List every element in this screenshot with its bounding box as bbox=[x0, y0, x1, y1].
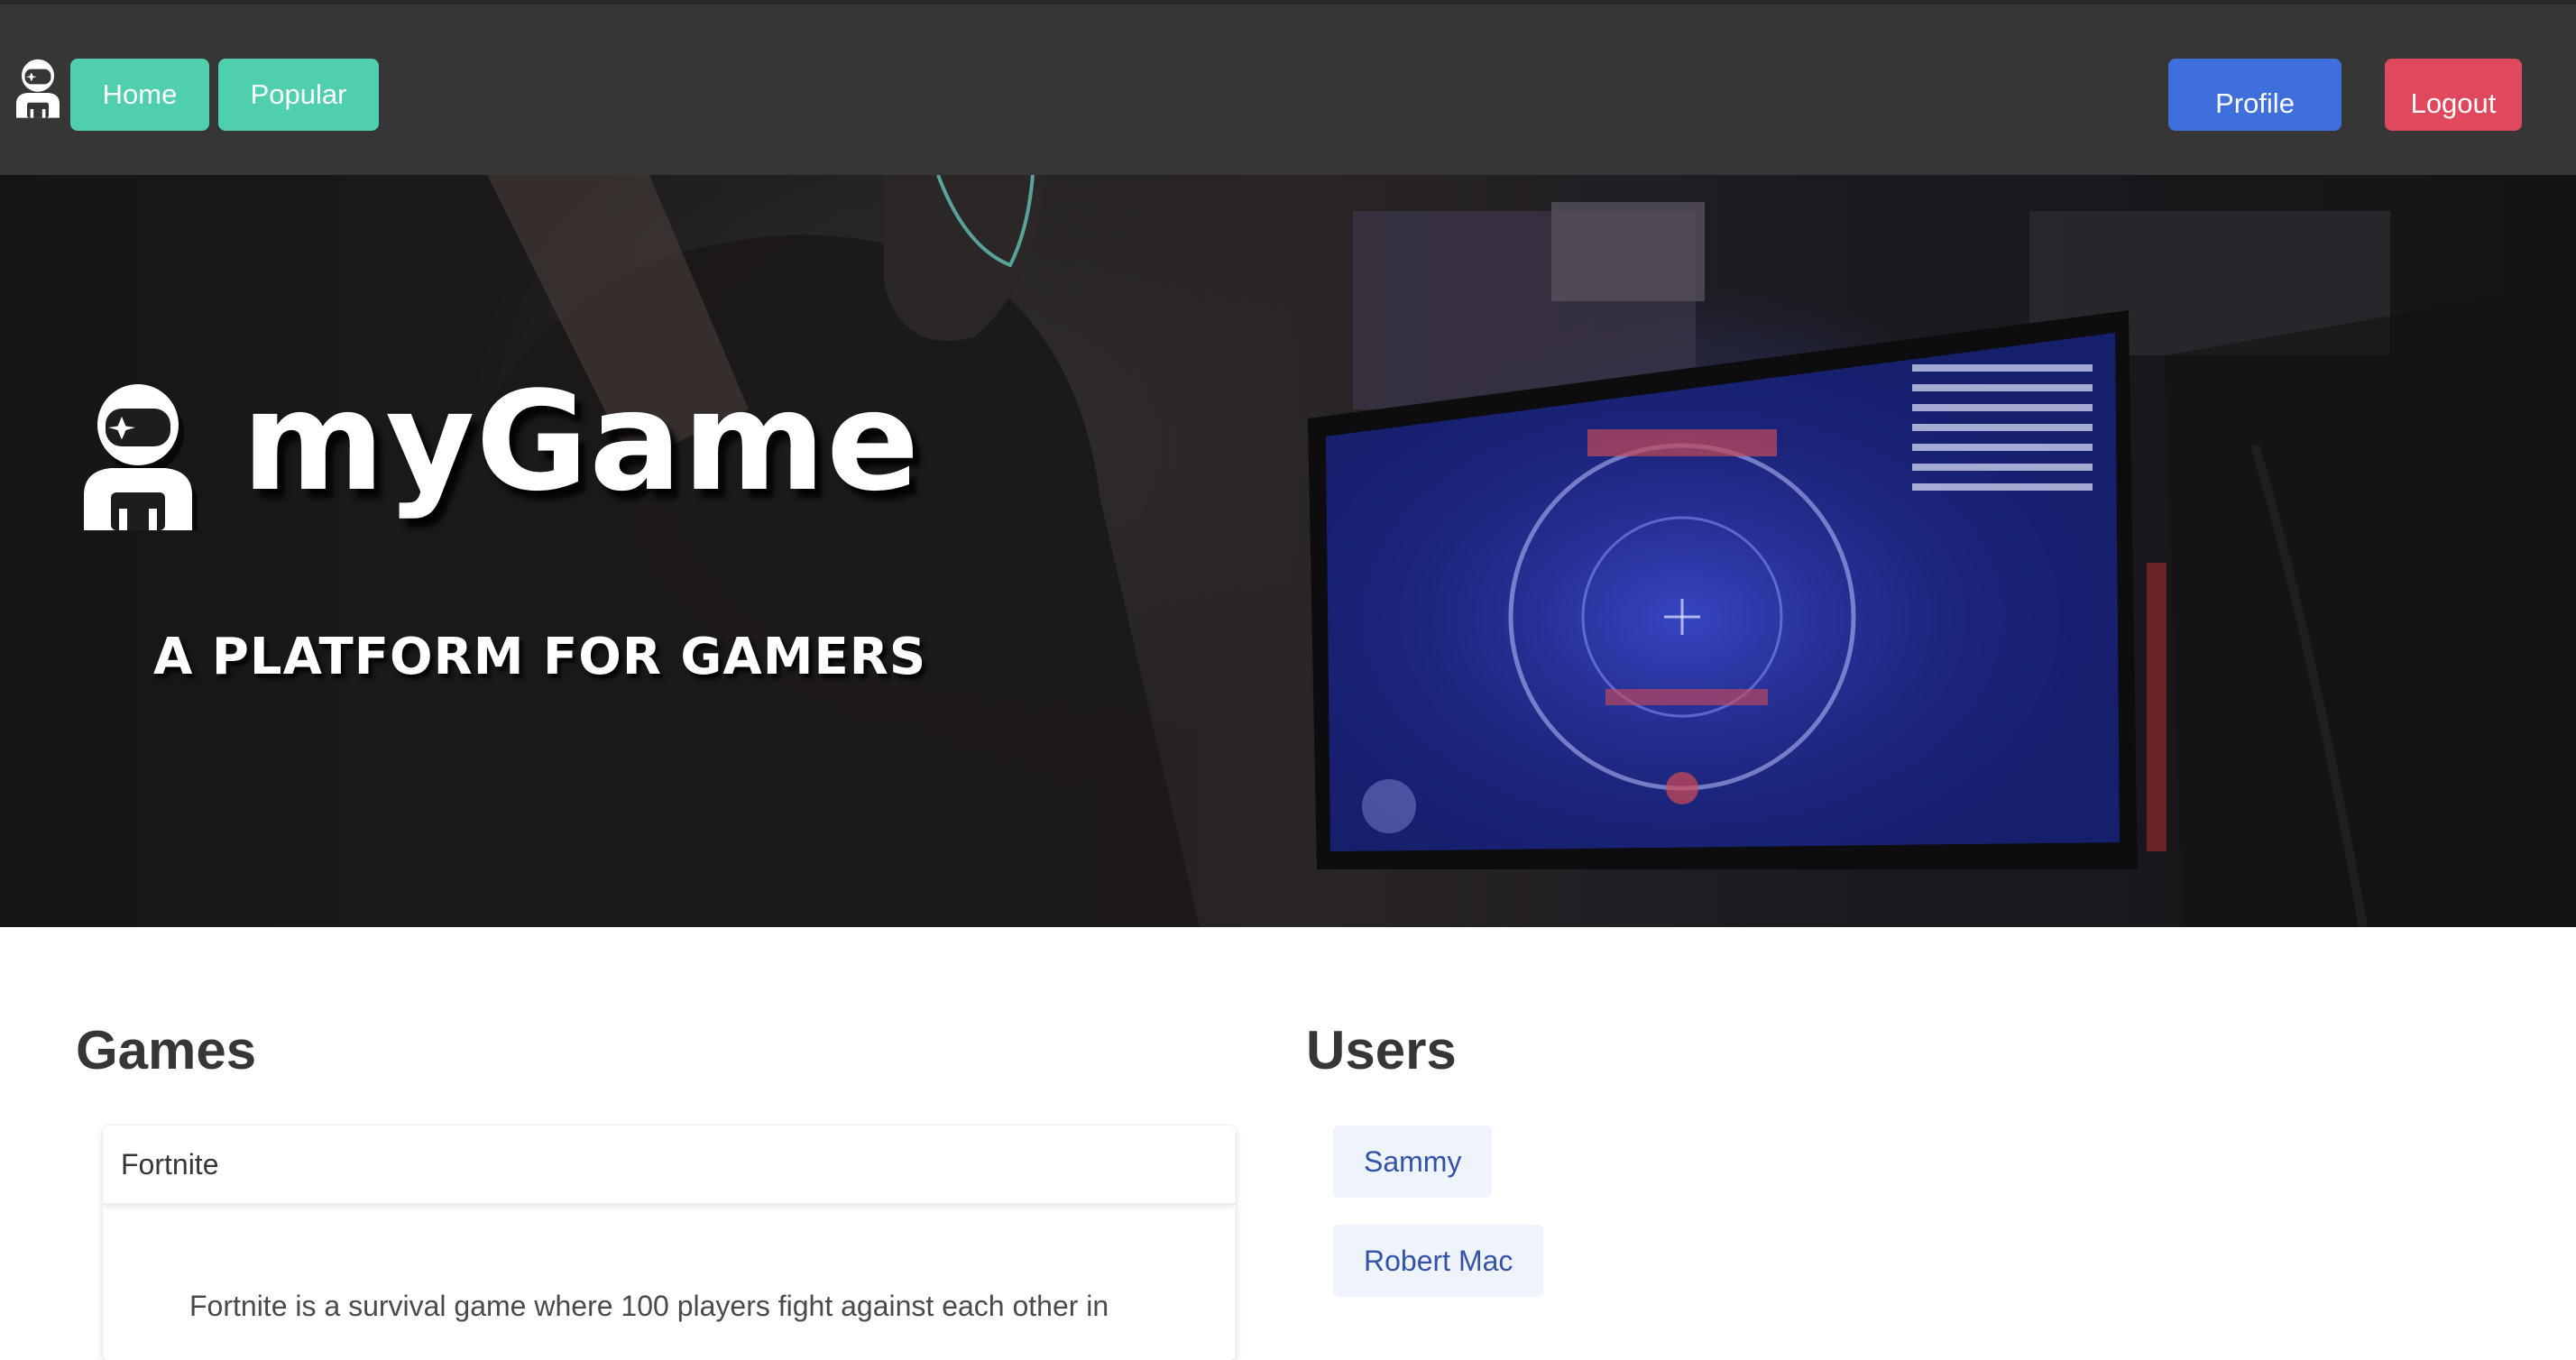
hero-title: myGame bbox=[242, 362, 921, 521]
games-section-title: Games bbox=[76, 1020, 257, 1080]
user-tag[interactable]: Sammy bbox=[1333, 1126, 1493, 1198]
game-card-body: Fortnite is a survival game where 100 pl… bbox=[103, 1205, 1236, 1323]
popular-button[interactable]: Popular bbox=[218, 59, 379, 131]
profile-button-label: Profile bbox=[2215, 87, 2295, 119]
astronaut-logo-icon bbox=[84, 384, 198, 530]
hero-subtitle: A PLATFORM FOR GAMERS bbox=[153, 628, 927, 686]
user-name: Robert Mac bbox=[1364, 1244, 1513, 1277]
game-card[interactable]: Fortnite Fortnite is a survival game whe… bbox=[103, 1126, 1236, 1360]
navbar: Home Popular Profile Logout bbox=[0, 0, 2576, 175]
game-card-header[interactable]: Fortnite bbox=[103, 1126, 1236, 1205]
astronaut-icon[interactable] bbox=[11, 57, 65, 118]
user-tag[interactable]: Robert Mac bbox=[1333, 1225, 1544, 1297]
logout-button[interactable]: Logout bbox=[2385, 59, 2522, 131]
home-button[interactable]: Home bbox=[70, 59, 209, 131]
hero-banner: myGame A PLATFORM FOR GAMERS bbox=[0, 175, 2576, 927]
game-description: Fortnite is a survival game where 100 pl… bbox=[189, 1290, 1109, 1322]
profile-button[interactable]: Profile bbox=[2168, 59, 2341, 131]
popular-button-label: Popular bbox=[250, 78, 347, 110]
home-button-label: Home bbox=[102, 78, 178, 110]
users-section-title: Users bbox=[1306, 1020, 1457, 1080]
hero-background-image bbox=[343, 175, 2576, 927]
game-name: Fortnite bbox=[121, 1147, 219, 1181]
logout-button-label: Logout bbox=[2410, 87, 2497, 119]
user-name: Sammy bbox=[1364, 1144, 1462, 1178]
